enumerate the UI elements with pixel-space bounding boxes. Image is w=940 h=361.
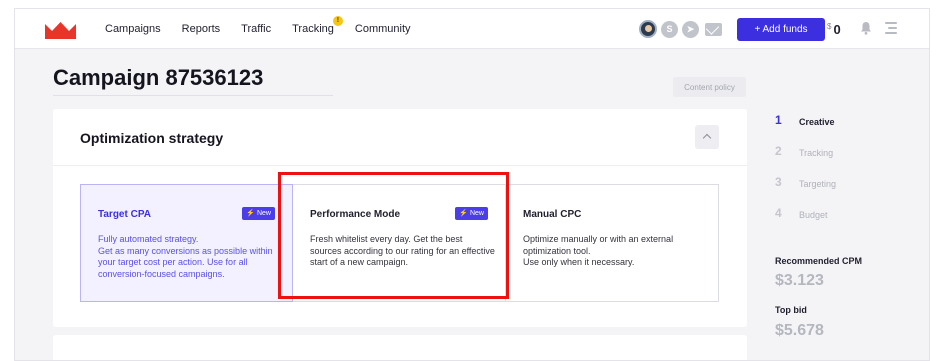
step-label: Budget: [799, 210, 828, 220]
next-section-card: [53, 335, 747, 360]
contact-icons: S ➤: [639, 20, 722, 38]
add-funds-button[interactable]: + Add funds: [737, 18, 825, 41]
account-manager-avatar[interactable]: [639, 20, 657, 38]
step-label: Targeting: [799, 179, 837, 189]
option-title: Target CPA: [98, 209, 151, 220]
balance-display: $0: [827, 22, 841, 37]
option-description: Fully automated strategy. Get as many co…: [98, 234, 273, 279]
option-description: Optimize manually or with an external op…: [523, 234, 674, 267]
step-creative[interactable]: 1 Creative: [775, 113, 915, 144]
recommended-cpm-value: $3.123: [775, 272, 824, 289]
title-underline: [53, 95, 333, 96]
step-number: 2: [775, 144, 782, 158]
nav-community[interactable]: Community: [355, 23, 411, 35]
step-label: Creative: [799, 117, 835, 127]
crown-logo-icon[interactable]: [45, 22, 76, 39]
nav-campaigns[interactable]: Campaigns: [105, 23, 161, 35]
step-label: Tracking: [799, 148, 834, 158]
step-number: 3: [775, 175, 782, 189]
nav-tracking-label: Tracking: [292, 23, 334, 35]
new-badge: ⚡ New: [242, 207, 275, 220]
top-bid-value: $5.678: [775, 322, 824, 339]
nav-reports[interactable]: Reports: [182, 23, 221, 35]
step-targeting[interactable]: 3 Targeting: [775, 175, 915, 206]
nav-tracking[interactable]: Tracking !: [292, 16, 343, 35]
top-bid-label: Top bid: [775, 305, 807, 315]
mail-icon[interactable]: [705, 22, 722, 36]
currency-symbol: $: [827, 22, 832, 31]
main-nav: Campaigns Reports Traffic Tracking ! Com…: [105, 9, 432, 49]
notification-badge: !: [332, 16, 343, 26]
menu-icon[interactable]: [885, 22, 897, 34]
steps-sidebar: 1 Creative 2 Tracking 3 Targeting 4 Budg…: [775, 113, 915, 237]
section-title: Optimization strategy: [80, 130, 224, 146]
bell-icon[interactable]: [860, 21, 872, 35]
strategy-option-target-cpa[interactable]: Target CPA ⚡ New Fully automated strateg…: [80, 184, 293, 302]
nav-traffic[interactable]: Traffic: [241, 23, 271, 35]
step-budget[interactable]: 4 Budget: [775, 206, 915, 237]
collapse-chevron-up-icon[interactable]: [695, 125, 719, 149]
balance-value: 0: [833, 22, 841, 37]
recommended-cpm-label: Recommended CPM: [775, 256, 863, 266]
divider: [53, 165, 747, 166]
strategy-option-manual-cpc[interactable]: Manual CPC Optimize manually or with an …: [506, 184, 719, 302]
page-title: Campaign 87536123: [53, 65, 264, 90]
step-number: 1: [775, 113, 782, 127]
option-title: Manual CPC: [523, 209, 582, 220]
step-number: 4: [775, 206, 782, 220]
step-tracking[interactable]: 2 Tracking: [775, 144, 915, 175]
content-policy-button[interactable]: Content policy: [673, 77, 746, 97]
skype-icon[interactable]: S: [661, 20, 678, 38]
highlight-box: [278, 172, 509, 299]
telegram-icon[interactable]: ➤: [682, 20, 699, 38]
top-navigation-bar: Campaigns Reports Traffic Tracking ! Com…: [15, 9, 929, 49]
